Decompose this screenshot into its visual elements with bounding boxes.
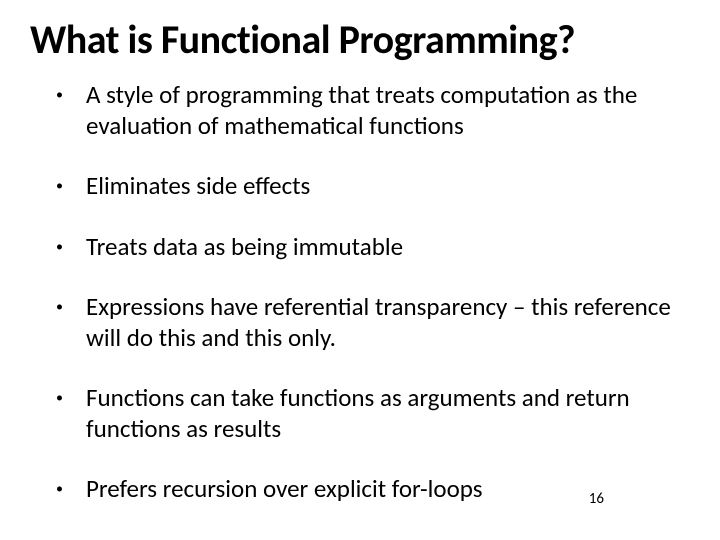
page-number: 16 bbox=[589, 490, 604, 508]
slide: What is Functional Programming? A style … bbox=[0, 0, 720, 540]
list-item: Expressions have referential transparenc… bbox=[56, 292, 690, 353]
list-item: Eliminates side effects bbox=[56, 171, 690, 202]
list-item: A style of programming that treats compu… bbox=[56, 80, 690, 141]
list-item: Treats data as being immutable bbox=[56, 232, 690, 263]
list-item: Functions can take functions as argument… bbox=[56, 383, 690, 444]
bullet-list: A style of programming that treats compu… bbox=[30, 80, 690, 505]
slide-title: What is Functional Programming? bbox=[30, 18, 690, 62]
